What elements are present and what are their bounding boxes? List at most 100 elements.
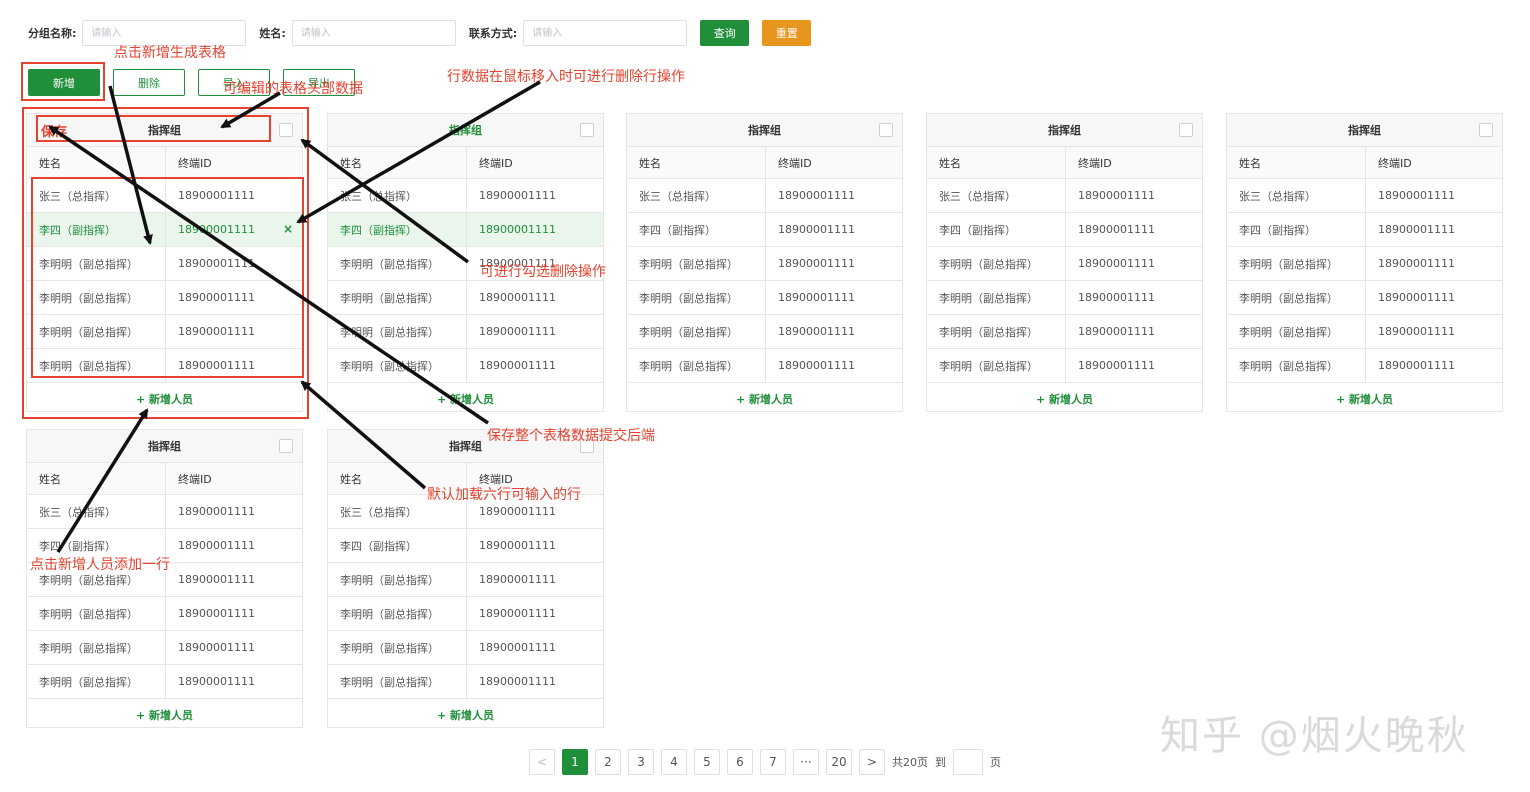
card-checkbox[interactable] <box>1479 123 1493 137</box>
card-title[interactable]: 指挥组 <box>1048 122 1081 138</box>
table-row[interactable]: 李明明（副总指挥） 18900001111 <box>328 563 603 597</box>
name-cell[interactable]: 李明明（副总指挥） <box>927 315 1066 348</box>
reset-button[interactable]: 重置 <box>762 20 812 46</box>
name-cell[interactable]: 李明明（副总指挥） <box>328 631 467 664</box>
terminal-id-cell[interactable]: 18900001111 <box>166 631 302 664</box>
name-cell[interactable]: 李四（副指挥） <box>328 529 467 562</box>
table-row[interactable]: 张三（总指挥） 18900001111 <box>927 179 1202 213</box>
table-row[interactable]: 李明明（副总指挥） 18900001111 <box>328 315 603 349</box>
name-cell[interactable]: 张三（总指挥） <box>328 179 467 212</box>
terminal-id-cell[interactable]: 18900001111 <box>766 213 902 246</box>
table-row[interactable]: 张三（总指挥） 18900001111 <box>627 179 902 213</box>
card-title[interactable]: 指挥组 <box>449 122 482 138</box>
terminal-id-cell[interactable]: 18900001111 <box>1066 315 1202 348</box>
page-button-6[interactable]: 6 <box>727 749 753 775</box>
terminal-id-cell[interactable]: 18900001111 <box>1366 179 1502 212</box>
card-title[interactable]: 指挥组 <box>748 122 781 138</box>
name-cell[interactable]: 李明明（副总指挥） <box>627 315 766 348</box>
table-row[interactable]: 李明明（副总指挥） 18900001111 <box>27 665 302 699</box>
table-row[interactable]: 李明明（副总指挥） 18900001111 <box>328 665 603 699</box>
name-cell[interactable]: 李明明（副总指挥） <box>627 349 766 382</box>
table-row[interactable]: 李明明（副总指挥） 18900001111 <box>1227 315 1502 349</box>
terminal-id-cell[interactable]: 18900001111 <box>1066 281 1202 314</box>
table-row[interactable]: 李四（副指挥） 18900001111 <box>1227 213 1502 247</box>
name-cell[interactable]: 李明明（副总指挥） <box>328 247 467 280</box>
terminal-id-cell[interactable]: 18900001111 <box>467 529 603 562</box>
card-checkbox[interactable] <box>580 123 594 137</box>
table-row[interactable]: 李明明（副总指挥） 18900001111 <box>927 247 1202 281</box>
terminal-id-cell[interactable]: 18900001111 <box>166 495 302 528</box>
name-cell[interactable]: 李明明（副总指挥） <box>328 315 467 348</box>
name-cell[interactable]: 李明明（副总指挥） <box>1227 247 1366 280</box>
name-cell[interactable]: 李明明（副总指挥） <box>328 563 467 596</box>
page-button-3[interactable]: 3 <box>628 749 654 775</box>
terminal-id-cell[interactable]: 18900001111 <box>1066 213 1202 246</box>
terminal-id-cell[interactable]: 18900001111 <box>467 281 603 314</box>
table-row[interactable]: 李明明（副总指挥） 18900001111 <box>328 281 603 315</box>
terminal-id-cell[interactable]: 18900001111 <box>467 563 603 596</box>
terminal-id-cell[interactable]: 18900001111 <box>467 179 603 212</box>
terminal-id-cell[interactable]: 18900001111 <box>1366 213 1502 246</box>
terminal-id-cell[interactable]: 18900001111 <box>766 179 902 212</box>
card-title[interactable]: 指挥组 <box>1348 122 1381 138</box>
terminal-id-cell[interactable]: 18900001111 <box>1066 349 1202 382</box>
last-page-button[interactable]: 20 <box>826 749 852 775</box>
table-row[interactable]: 李明明（副总指挥） 18900001111 <box>1227 349 1502 383</box>
table-row[interactable]: 张三（总指挥） 18900001111 <box>27 495 302 529</box>
terminal-id-cell[interactable]: 18900001111 <box>766 281 902 314</box>
card-checkbox[interactable] <box>279 439 293 453</box>
table-row[interactable]: 李明明（副总指挥） 18900001111 <box>328 349 603 383</box>
name-cell[interactable]: 李明明（副总指挥） <box>328 281 467 314</box>
name-cell[interactable]: 李四（副指挥） <box>1227 213 1366 246</box>
query-button[interactable]: 查询 <box>700 20 750 46</box>
add-member-button[interactable]: + 新增人员 <box>328 383 603 415</box>
name-input[interactable] <box>291 20 456 46</box>
table-row[interactable]: 李明明（副总指挥） 18900001111 <box>627 315 902 349</box>
table-row[interactable]: 李四（副指挥） 18900001111 <box>927 213 1202 247</box>
name-cell[interactable]: 李明明（副总指挥） <box>927 247 1066 280</box>
name-cell[interactable]: 李明明（副总指挥） <box>27 597 166 630</box>
name-cell[interactable]: 李明明（副总指挥） <box>328 665 467 698</box>
terminal-id-cell[interactable]: 18900001111 <box>1066 179 1202 212</box>
prev-page-button[interactable]: < <box>529 749 555 775</box>
goto-page-input[interactable] <box>953 749 983 775</box>
table-row[interactable]: 李明明（副总指挥） 18900001111 <box>627 281 902 315</box>
terminal-id-cell[interactable]: 18900001111 <box>467 631 603 664</box>
name-cell[interactable]: 李明明（副总指挥） <box>1227 315 1366 348</box>
terminal-id-cell[interactable]: 18900001111 <box>166 597 302 630</box>
name-cell[interactable]: 张三（总指挥） <box>27 495 166 528</box>
table-row[interactable]: 李明明（副总指挥） 18900001111 <box>627 349 902 383</box>
name-cell[interactable]: 李明明（副总指挥） <box>627 247 766 280</box>
card-checkbox[interactable] <box>1179 123 1193 137</box>
add-member-button[interactable]: + 新增人员 <box>328 699 603 731</box>
next-page-button[interactable]: > <box>859 749 885 775</box>
name-cell[interactable]: 李四（副指挥） <box>328 213 467 246</box>
name-cell[interactable]: 李四（副指挥） <box>627 213 766 246</box>
add-member-button[interactable]: + 新增人员 <box>1227 383 1502 415</box>
page-button-4[interactable]: 4 <box>661 749 687 775</box>
name-cell[interactable]: 李明明（副总指挥） <box>1227 349 1366 382</box>
table-row[interactable]: 李明明（副总指挥） 18900001111 <box>927 315 1202 349</box>
terminal-id-cell[interactable]: 18900001111 <box>467 349 603 382</box>
card-title[interactable]: 指挥组 <box>148 438 181 454</box>
name-cell[interactable]: 李明明（副总指挥） <box>927 349 1066 382</box>
table-row[interactable]: 李明明（副总指挥） 18900001111 <box>1227 281 1502 315</box>
terminal-id-cell[interactable]: 18900001111 <box>467 597 603 630</box>
terminal-id-cell[interactable]: 18900001111 <box>166 563 302 596</box>
table-row[interactable]: 张三（总指挥） 18900001111 <box>328 179 603 213</box>
table-row[interactable]: 李明明（副总指挥） 18900001111 <box>927 281 1202 315</box>
delete-button[interactable]: 删除 <box>113 69 185 96</box>
terminal-id-cell[interactable]: 18900001111 <box>766 349 902 382</box>
table-row[interactable]: 李四（副指挥） 18900001111 <box>328 529 603 563</box>
card-title[interactable]: 指挥组 <box>449 438 482 454</box>
name-cell[interactable]: 李明明（副总指挥） <box>927 281 1066 314</box>
table-row[interactable]: 李四（副指挥） 18900001111 <box>328 213 603 247</box>
table-row[interactable]: 李四（副指挥） 18900001111 <box>627 213 902 247</box>
page-button-2[interactable]: 2 <box>595 749 621 775</box>
table-row[interactable]: 李明明（副总指挥） 18900001111 <box>627 247 902 281</box>
add-member-button[interactable]: + 新增人员 <box>627 383 902 415</box>
name-cell[interactable]: 张三（总指挥） <box>627 179 766 212</box>
name-cell[interactable]: 李四（副指挥） <box>927 213 1066 246</box>
terminal-id-cell[interactable]: 18900001111 <box>1366 281 1502 314</box>
table-row[interactable]: 李明明（副总指挥） 18900001111 <box>927 349 1202 383</box>
